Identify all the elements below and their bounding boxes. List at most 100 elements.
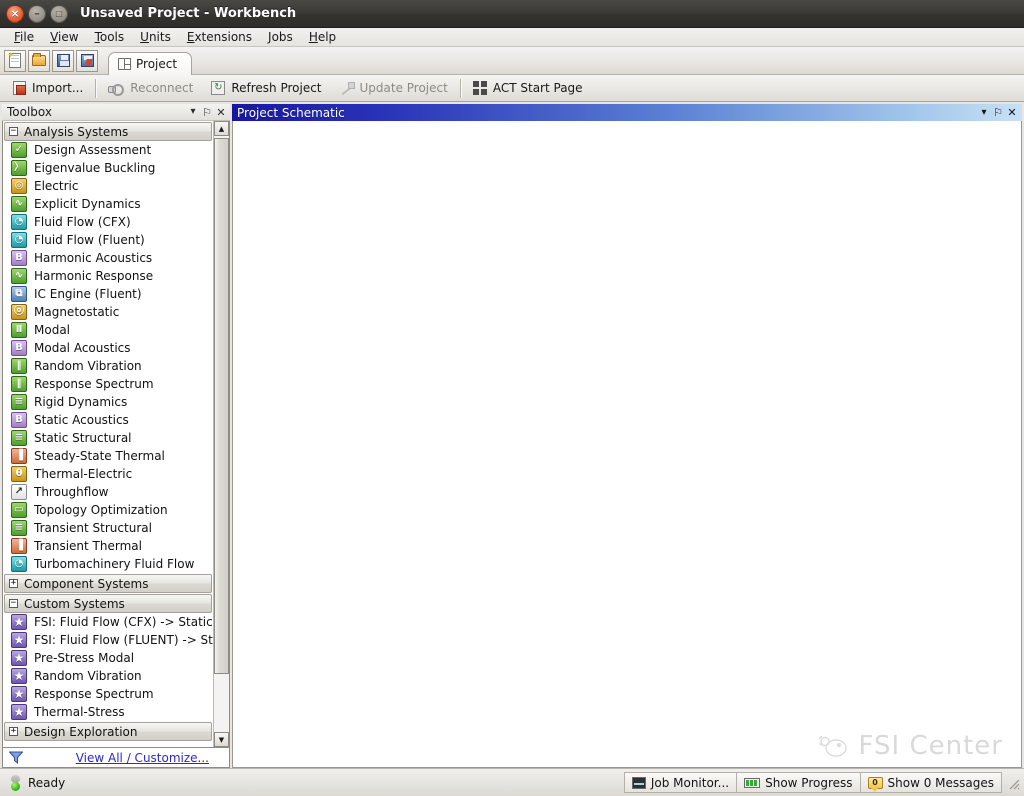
scrollbar-track[interactable] <box>214 136 229 732</box>
scrollbar-thumb[interactable] <box>214 138 229 674</box>
messages-icon: 0 <box>867 776 883 792</box>
reconnect-label: Reconnect <box>130 81 194 95</box>
funnel-icon[interactable] <box>9 751 23 764</box>
menu-jobs[interactable]: Jobs <box>260 29 301 46</box>
toolbox-item-throughflow[interactable]: ↗ Throughflow <box>3 483 213 501</box>
toolbox-item-random-vibration[interactable]: ‖ Random Vibration <box>3 357 213 375</box>
maximize-icon: □ <box>55 8 63 18</box>
status-lamp-icon <box>10 774 21 791</box>
toolbox-menu-button[interactable]: ▾ <box>186 105 200 119</box>
toolbox-item-static-acoustics[interactable]: B Static Acoustics <box>3 411 213 429</box>
toolbox-item-topology-optimization[interactable]: ▭ Topology Optimization <box>3 501 213 519</box>
icon-glyph: B <box>15 342 23 353</box>
scroll-down-icon[interactable]: ▼ <box>214 732 229 747</box>
act-start-page-button[interactable]: ACT Start Page <box>464 77 592 100</box>
toolbox-item-thermal-electric[interactable]: θ Thermal-Electric <box>3 465 213 483</box>
star-icon: ★ <box>11 668 27 684</box>
menu-tools[interactable]: Tools <box>87 29 133 46</box>
toolbox-item-electric[interactable]: ◎ Electric <box>3 177 213 195</box>
spectrum-icon: ‖ <box>11 376 27 392</box>
menu-extensions[interactable]: Extensions <box>179 29 260 46</box>
toolbox-item-pre-stress-modal[interactable]: ★ Pre-Stress Modal <box>3 649 213 667</box>
icon-glyph: ◔ <box>14 216 24 227</box>
project-schematic-canvas[interactable]: FSI Center <box>232 121 1022 768</box>
toolbox-item-response-spectrum[interactable]: ‖ Response Spectrum <box>3 375 213 393</box>
window-maximize-button[interactable]: □ <box>50 4 68 23</box>
import-button[interactable]: Import... <box>4 77 92 100</box>
toolbox-item-fsi-fluent-static-structural[interactable]: ★ FSI: Fluid Flow (FLUENT) -> Stati <box>3 631 213 649</box>
scroll-up-icon[interactable]: ▲ <box>214 121 229 136</box>
window-close-button[interactable]: × <box>6 4 24 23</box>
toolbox-item-label: Transient Structural <box>34 521 152 535</box>
toolbox-item-eigenvalue-buckling[interactable]: 〉 Eigenvalue Buckling <box>3 159 213 177</box>
expand-toggle-icon[interactable]: + <box>9 727 18 736</box>
toolbox-item-thermal-stress[interactable]: ★ Thermal-Stress <box>3 703 213 721</box>
toolbox-item-rigid-dynamics[interactable]: ≡ Rigid Dynamics <box>3 393 213 411</box>
toolbox-item-custom-response-spectrum[interactable]: ★ Response Spectrum <box>3 685 213 703</box>
toolbox-item-label: FSI: Fluid Flow (FLUENT) -> Stati <box>34 633 213 647</box>
menu-view[interactable]: View <box>42 29 86 46</box>
collapse-toggle-icon[interactable]: − <box>9 127 18 136</box>
reconnect-button[interactable]: Reconnect <box>99 77 202 100</box>
toolbox-item-transient-structural[interactable]: ≡ Transient Structural <box>3 519 213 537</box>
expand-toggle-icon[interactable]: + <box>9 579 18 588</box>
toolbox-item-harmonic-acoustics[interactable]: B Harmonic Acoustics <box>3 249 213 267</box>
toolbox-item-transient-thermal[interactable]: ▐ Transient Thermal <box>3 537 213 555</box>
menu-help[interactable]: Help <box>301 29 344 46</box>
schematic-close-button[interactable]: ✕ <box>1005 106 1019 120</box>
show-messages-button[interactable]: 0 Show 0 Messages <box>859 772 1002 793</box>
transient-structural-icon: ≡ <box>11 520 27 536</box>
toolbox-item-static-structural[interactable]: ≡ Static Structural <box>3 429 213 447</box>
resize-grip-icon[interactable] <box>1006 776 1020 790</box>
tab-project[interactable]: Project <box>108 52 193 75</box>
tab-project-label: Project <box>136 57 178 71</box>
collapse-toggle-icon[interactable]: − <box>9 599 18 608</box>
menu-file[interactable]: File <box>6 29 42 46</box>
toolbox-item-explicit-dynamics[interactable]: ∿ Explicit Dynamics <box>3 195 213 213</box>
icon-glyph: ↗ <box>14 486 24 497</box>
save-project-button[interactable] <box>52 49 74 72</box>
star-icon: ★ <box>11 704 27 720</box>
toolbox-item-turbomachinery-fluid-flow[interactable]: ◔ Turbomachinery Fluid Flow <box>3 555 213 573</box>
icon-glyph: ≡ <box>14 396 24 407</box>
view-all-customize-link[interactable]: View All / Customize... <box>23 751 223 765</box>
toolbox-item-fluid-flow-fluent[interactable]: ◔ Fluid Flow (Fluent) <box>3 231 213 249</box>
schematic-pin-button[interactable]: ⚐ <box>991 106 1005 120</box>
toolbox-item-design-assessment[interactable]: ✓ Design Assessment <box>3 141 213 159</box>
toolbox-group-label: Analysis Systems <box>24 124 129 139</box>
toolbox-group-custom-systems[interactable]: − Custom Systems <box>4 594 212 613</box>
toolbox-group-component-systems[interactable]: + Component Systems <box>4 574 212 593</box>
toolbox-item-harmonic-response[interactable]: ∿ Harmonic Response <box>3 267 213 285</box>
toolbox-pin-button[interactable]: ⚐ <box>200 105 214 119</box>
toolbox-group-design-exploration[interactable]: + Design Exploration <box>4 722 212 741</box>
turbo-icon: ◔ <box>11 556 27 572</box>
toolbox-item-ic-engine-fluent[interactable]: ⧉ IC Engine (Fluent) <box>3 285 213 303</box>
show-progress-button[interactable]: Show Progress <box>736 772 861 793</box>
toolbox-item-fluid-flow-cfx[interactable]: ◔ Fluid Flow (CFX) <box>3 213 213 231</box>
toolbox-item-modal-acoustics[interactable]: B Modal Acoustics <box>3 339 213 357</box>
save-icon <box>56 54 70 67</box>
new-project-button[interactable]: ✦ <box>4 49 26 72</box>
toolbox-item-modal[interactable]: Ⅱ Modal <box>3 321 213 339</box>
toolbox-item-steady-state-thermal[interactable]: ▐ Steady-State Thermal <box>3 447 213 465</box>
harmonic-icon: ∿ <box>11 268 27 284</box>
toolbox-scrollbar[interactable]: ▲ ▼ <box>213 121 229 747</box>
toolbox-item-label: Transient Thermal <box>34 539 142 553</box>
main-body: Toolbox ▾ ⚐ ✕ − Analysis Systems ✓ Design… <box>0 102 1024 768</box>
toolbox-group-analysis-systems[interactable]: − Analysis Systems <box>4 122 212 141</box>
toolbox-item-custom-random-vibration[interactable]: ★ Random Vibration <box>3 667 213 685</box>
schematic-menu-button[interactable]: ▾ <box>977 106 991 120</box>
toolbox-item-magnetostatic[interactable]: ⓞ Magnetostatic <box>3 303 213 321</box>
menu-units[interactable]: Units <box>132 29 179 46</box>
refresh-project-button[interactable]: ↻ Refresh Project <box>202 77 330 100</box>
job-monitor-button[interactable]: Job Monitor... <box>623 772 738 793</box>
menu-help-accel: H <box>308 29 318 44</box>
icon-glyph: ◔ <box>14 558 24 569</box>
open-project-button[interactable] <box>28 49 50 72</box>
toolbox-item-fsi-cfx-static-structural[interactable]: ★ FSI: Fluid Flow (CFX) -> Static St <box>3 613 213 631</box>
toolbox-close-button[interactable]: ✕ <box>214 105 228 119</box>
static-acoustics-icon: B <box>11 412 27 428</box>
save-as-project-button[interactable] <box>76 49 98 72</box>
update-project-button[interactable]: Update Project <box>331 77 457 100</box>
window-minimize-button[interactable]: – <box>28 4 46 23</box>
